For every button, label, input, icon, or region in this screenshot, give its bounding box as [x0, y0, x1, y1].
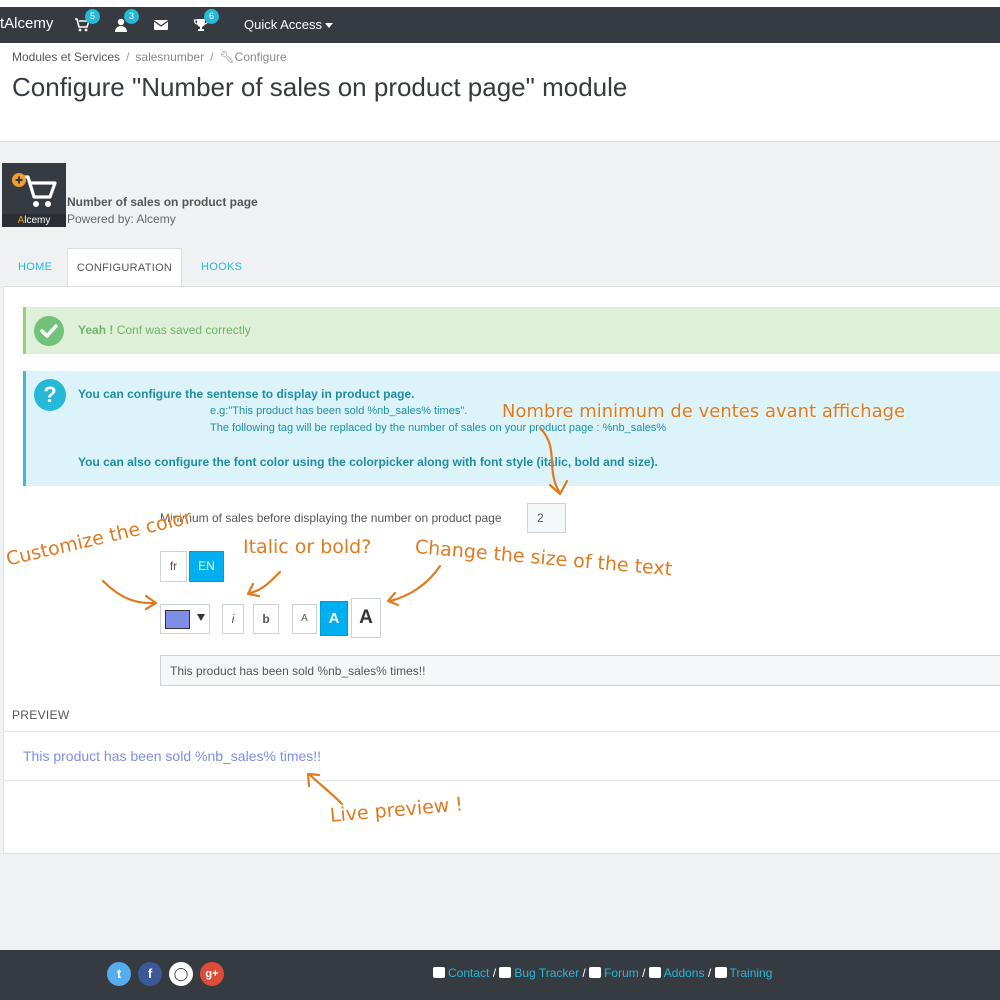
footer-links: Contact / Bug Tracker / Forum / Addons /…: [433, 966, 772, 980]
success-alert: Yeah ! Conf was saved correctly: [23, 307, 1000, 354]
min-sales-label: Minimum of sales before displaying the n…: [160, 511, 502, 525]
facebook-icon[interactable]: f: [138, 962, 162, 986]
module-author: Powered by: Alcemy: [67, 212, 176, 226]
orders-button[interactable]: 5: [74, 9, 100, 33]
module-name: Number of sales on product page: [67, 195, 258, 209]
envelope-icon: [153, 20, 169, 30]
lang-en-button[interactable]: EN: [189, 551, 224, 582]
italic-button[interactable]: i: [222, 604, 244, 634]
customers-badge: 3: [124, 9, 139, 24]
orders-badge: 5: [85, 9, 100, 24]
breadcrumb-module[interactable]: salesnumber: [135, 50, 204, 64]
google-plus-icon[interactable]: g+: [200, 962, 224, 986]
achievements-badge: 6: [204, 9, 219, 24]
divider: [3, 731, 1000, 732]
breadcrumb-modules[interactable]: Modules et Services: [12, 50, 120, 64]
footer-link-training[interactable]: Training: [730, 966, 773, 980]
info-line-2: e.g:"This product has been sold %nb_sale…: [210, 405, 468, 417]
brand-name[interactable]: tAlcemy: [0, 15, 53, 32]
breadcrumb: Modules et Services / salesnumber / 🔧︎Config…: [12, 50, 287, 64]
annotation-min-sales: Nombre minimum de ventes avant affichage: [502, 401, 906, 422]
puzzle-icon: [648, 967, 661, 978]
info-line-3: The following tag will be replaced by th…: [210, 422, 667, 434]
question-icon: ?: [34, 379, 66, 411]
success-message: Yeah ! Conf was saved correctly: [78, 323, 251, 337]
quick-access-dropdown[interactable]: Quick Access: [244, 17, 334, 32]
min-sales-input[interactable]: [527, 503, 566, 533]
quick-access-label: Quick Access: [244, 17, 323, 32]
envelope-icon: [433, 967, 445, 978]
top-strip: [0, 0, 1000, 7]
customers-button[interactable]: 3: [113, 9, 139, 33]
size-large-button[interactable]: A: [351, 598, 381, 638]
annotation-style: Italic or bold?: [243, 536, 372, 558]
size-medium-button[interactable]: A: [320, 601, 348, 636]
bug-icon: [499, 967, 512, 978]
github-icon[interactable]: ◯: [169, 962, 193, 986]
tab-configuration[interactable]: CONFIGURATION: [67, 248, 182, 287]
caret-down-icon: [325, 23, 334, 29]
caret-down-icon: [197, 614, 205, 621]
lang-fr-button[interactable]: fr: [160, 551, 187, 582]
page-header: Modules et Services / salesnumber / 🔧︎Config…: [0, 43, 1000, 142]
preview-heading: PREVIEW: [12, 708, 70, 722]
color-swatch: [165, 610, 190, 629]
module-logo-caption: Alcemy: [2, 214, 66, 227]
tab-hooks[interactable]: HOOKS: [186, 248, 257, 287]
top-navbar: tAlcemy 5 3 6 Quick Access: [0, 7, 1000, 43]
footer-link-contact[interactable]: Contact: [448, 966, 489, 980]
module-logo: Alcemy: [2, 163, 66, 227]
size-small-button[interactable]: A: [292, 604, 317, 634]
messages-button[interactable]: [153, 17, 171, 33]
twitter-icon[interactable]: t: [107, 962, 131, 986]
tab-home[interactable]: HOME: [3, 248, 67, 287]
preview-text: This product has been sold %nb_sales% ti…: [23, 748, 322, 764]
book-icon: [714, 967, 727, 978]
add-to-cart-icon: [12, 173, 57, 207]
wrench-icon: 🔧︎: [219, 50, 235, 64]
divider: [3, 780, 1000, 781]
footer-link-forum[interactable]: Forum: [604, 966, 639, 980]
bold-button[interactable]: b: [253, 604, 279, 634]
footer-link-addons[interactable]: Addons: [664, 966, 705, 980]
sentence-input[interactable]: [160, 655, 1000, 686]
info-line-4: You can also configure the font color us…: [78, 455, 658, 469]
achievements-button[interactable]: 6: [193, 9, 219, 33]
comments-icon: [589, 967, 602, 978]
check-icon: [34, 316, 64, 346]
footer-link-bug-tracker[interactable]: Bug Tracker: [514, 966, 579, 980]
color-picker[interactable]: [160, 604, 210, 634]
breadcrumb-configure: Configure: [234, 50, 287, 64]
info-line-1: You can configure the sentense to displa…: [78, 387, 415, 401]
page-title: Configure "Number of sales on product pa…: [12, 72, 628, 102]
info-alert: ? You can configure the sentense to disp…: [23, 371, 1000, 486]
